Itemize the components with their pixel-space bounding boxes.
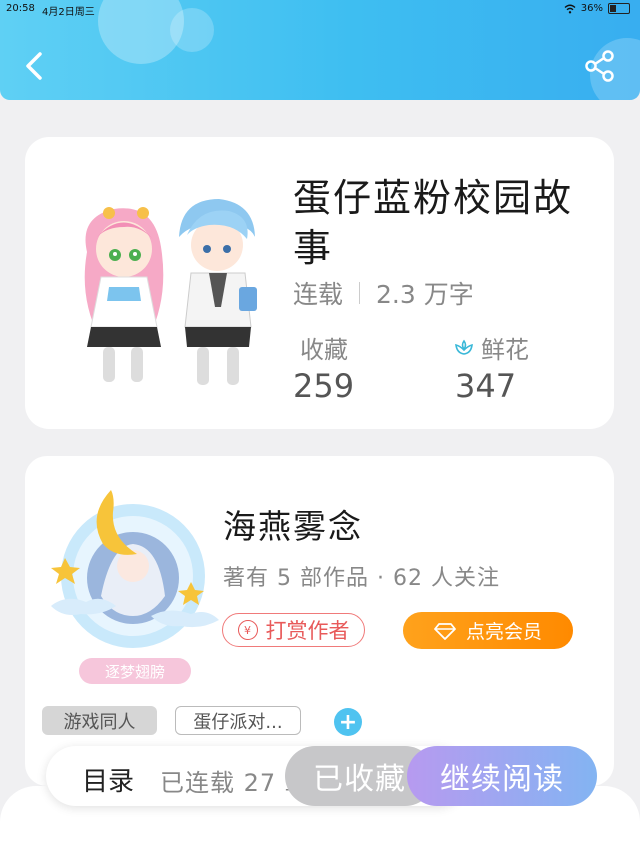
book-cover-image[interactable] bbox=[69, 177, 269, 392]
book-title: 蛋仔蓝粉校园故事 bbox=[293, 176, 574, 270]
share-button[interactable] bbox=[582, 48, 618, 84]
flowers-label: 鲜花 bbox=[481, 336, 529, 364]
favorites-value: 259 bbox=[293, 367, 355, 405]
diamond-icon bbox=[434, 622, 456, 640]
tag-game-fanfic[interactable]: 游戏同人 bbox=[42, 706, 157, 735]
continue-reading-button[interactable]: 继续阅读 bbox=[407, 746, 597, 806]
book-word-count: 2.3 万字 bbox=[376, 280, 474, 309]
avatar-badge-text: 逐梦翅膀 bbox=[105, 663, 165, 681]
status-date: 4月2日周三 bbox=[42, 7, 95, 18]
status-time: 20:58 bbox=[6, 3, 35, 14]
toc-label: 目录 bbox=[82, 767, 135, 797]
battery-icon bbox=[608, 3, 630, 14]
author-name[interactable]: 海燕雾念 bbox=[223, 500, 363, 548]
author-card: 逐梦翅膀 海燕雾念 著有 5 部作品 · 62 人关注 ¥ 打赏作者 点亮会员 … bbox=[25, 456, 614, 786]
book-status: 连载 bbox=[293, 280, 344, 309]
battery-percent: 36% bbox=[580, 3, 603, 14]
tip-author-button[interactable]: ¥ 打赏作者 bbox=[222, 613, 365, 647]
flowers-value: 347 bbox=[455, 367, 517, 405]
activate-vip-button[interactable]: 点亮会员 bbox=[403, 612, 573, 649]
share-icon bbox=[585, 50, 614, 82]
status-right: 36% bbox=[564, 3, 630, 14]
book-info-card: 蛋仔蓝粉校园故事 连载 2.3 万字 收藏 259 鲜花 347 bbox=[25, 137, 614, 429]
tag-eggy-party[interactable]: 蛋仔派对... bbox=[175, 706, 301, 735]
book-detail-page: 20:58 4月2日周三 36% 蛋仔蓝粉校园故事 连载 2.3 万字 收藏 2… bbox=[0, 0, 640, 853]
chevron-left-icon bbox=[26, 52, 42, 80]
favorites-label: 收藏 bbox=[300, 336, 348, 364]
book-meta: 连载 2.3 万字 bbox=[293, 275, 474, 311]
vip-label: 点亮会员 bbox=[465, 621, 542, 643]
add-tag-button[interactable]: + bbox=[334, 708, 362, 736]
yen-coin-icon: ¥ bbox=[237, 620, 258, 640]
wifi-icon bbox=[564, 4, 576, 13]
header: 20:58 4月2日周三 36% bbox=[0, 0, 640, 100]
meta-divider bbox=[359, 282, 361, 304]
author-info: 著有 5 部作品 · 62 人关注 bbox=[223, 566, 500, 591]
back-button[interactable] bbox=[18, 46, 52, 86]
flower-icon bbox=[455, 339, 473, 355]
flowers-stat[interactable]: 鲜花 bbox=[453, 330, 529, 365]
status-bar: 20:58 4月2日周三 36% bbox=[0, 0, 640, 18]
tip-author-label: 打赏作者 bbox=[265, 619, 350, 643]
author-avatar[interactable]: 逐梦翅膀 bbox=[41, 466, 221, 686]
